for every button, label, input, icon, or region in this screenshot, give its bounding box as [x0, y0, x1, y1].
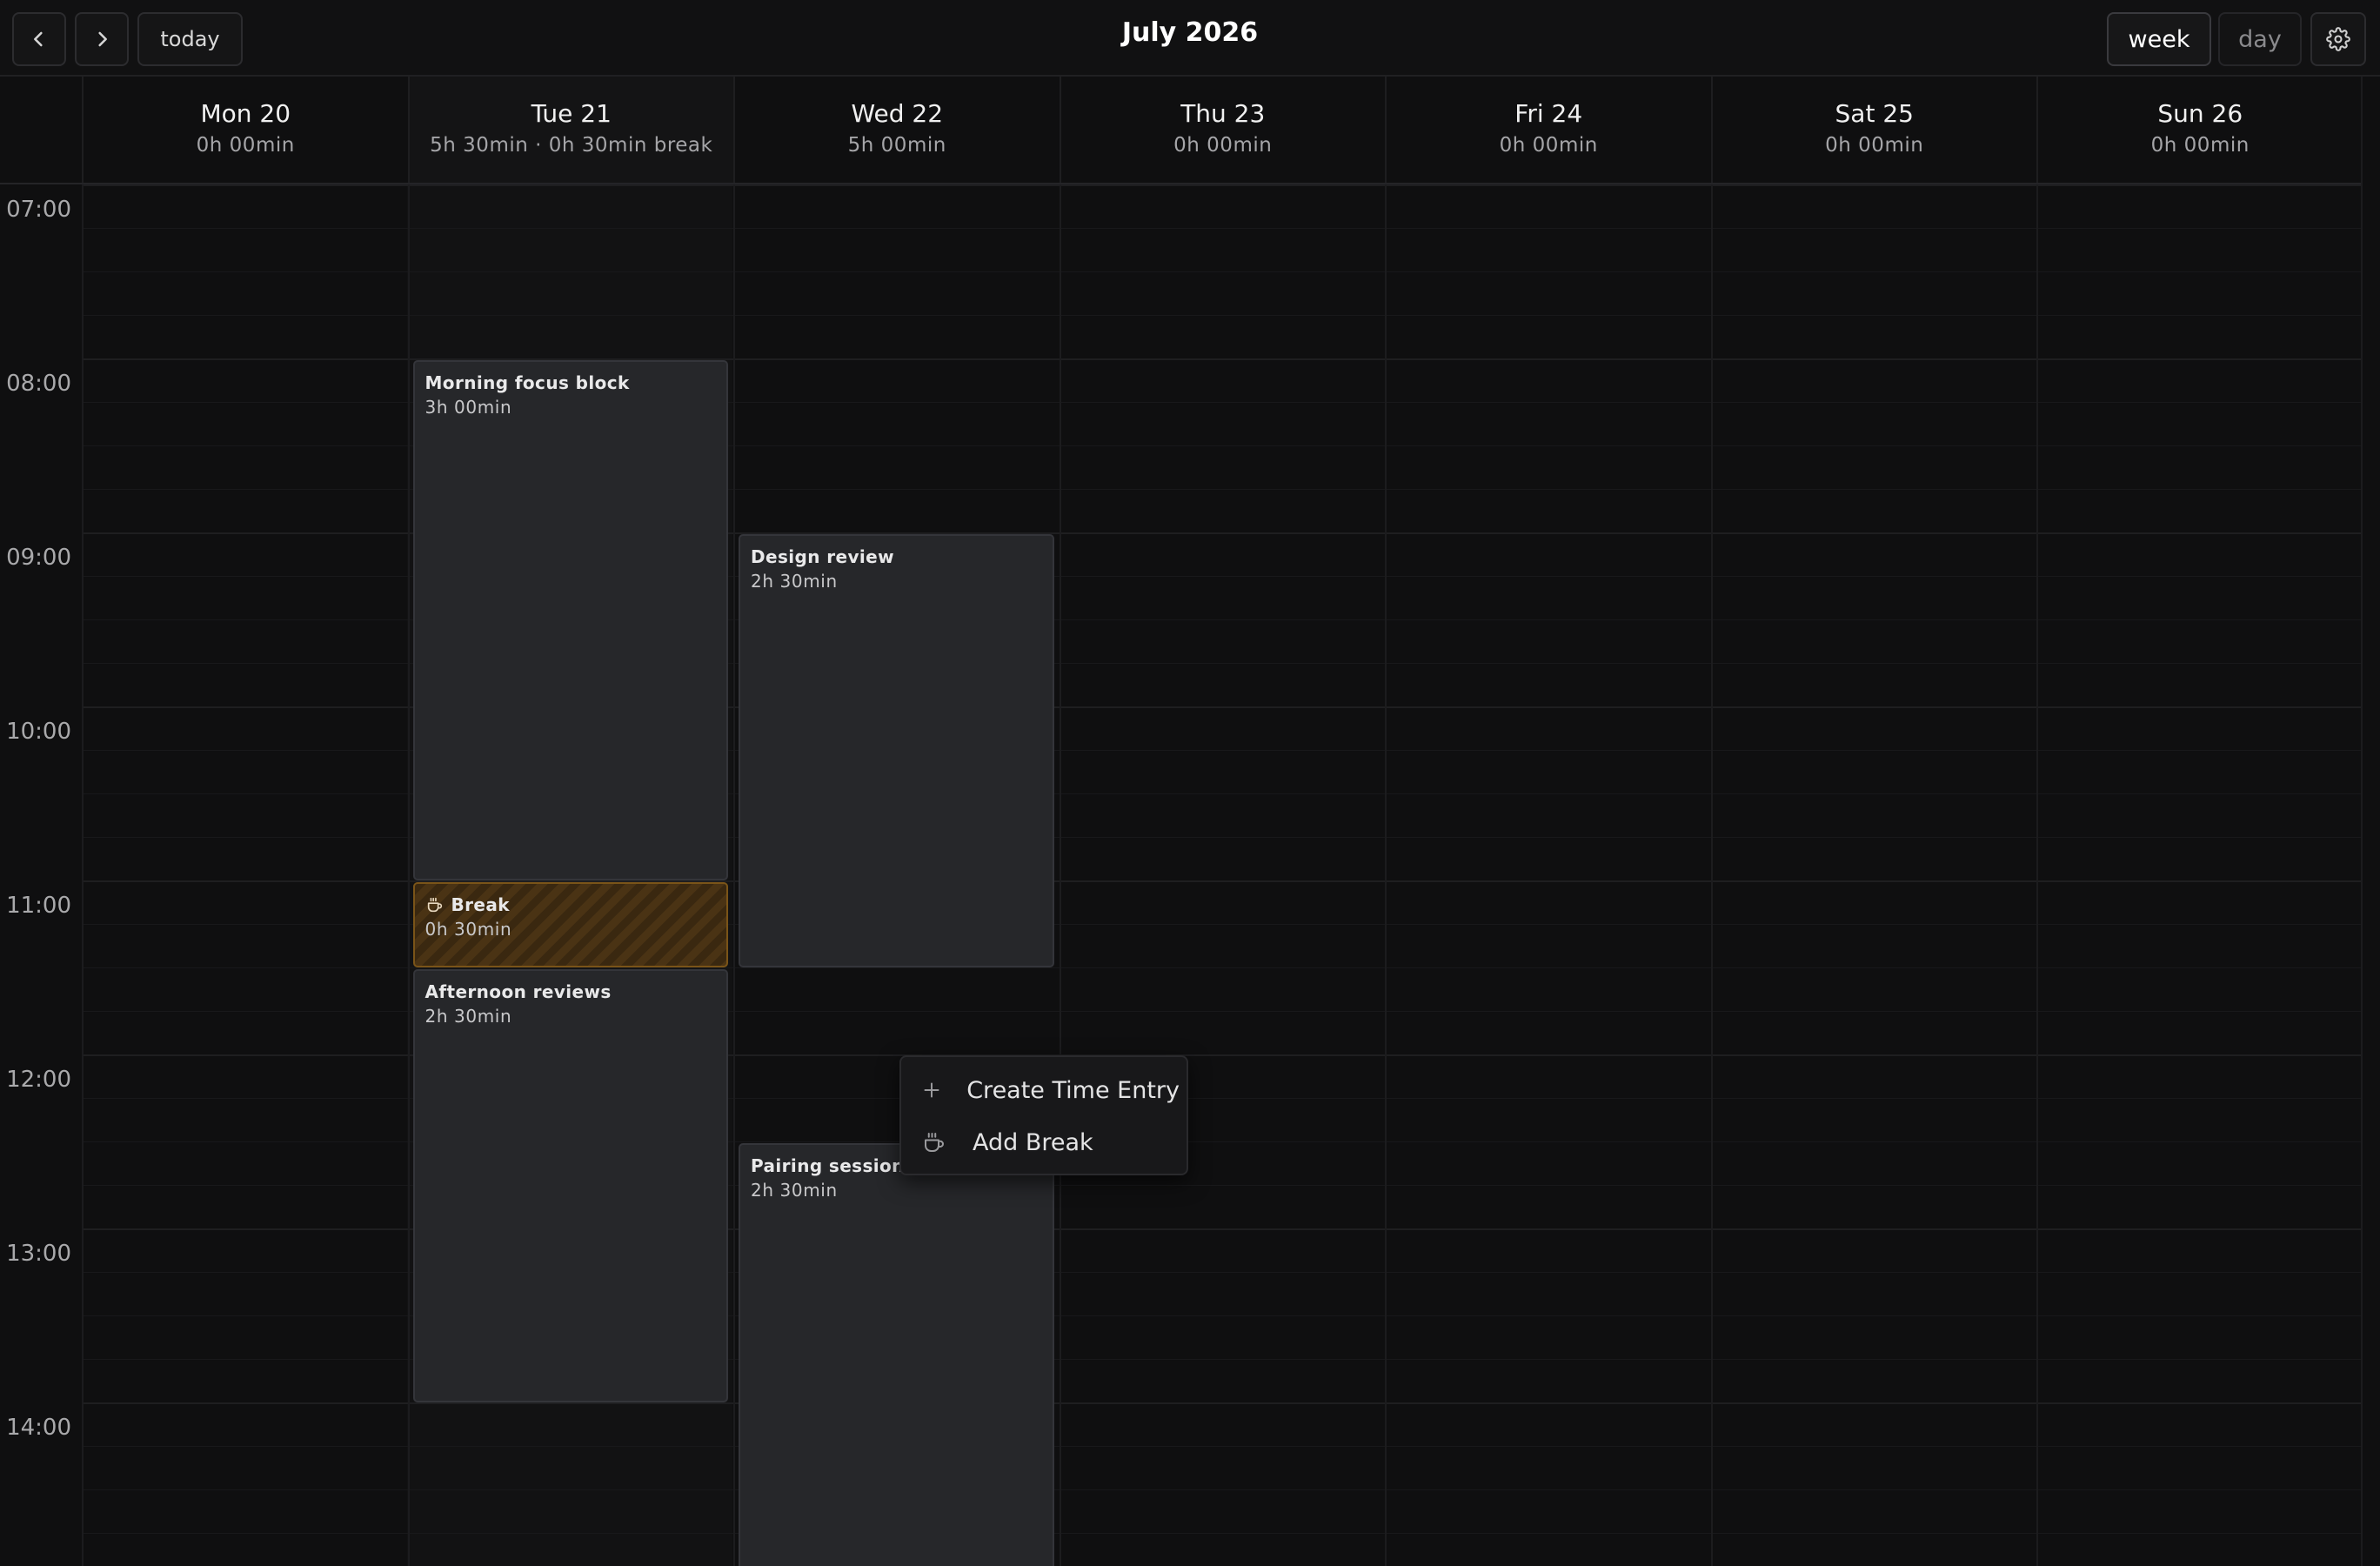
day-total: 0h 00min — [1825, 134, 1924, 157]
entry-duration: 2h 30min — [751, 1180, 838, 1201]
quarter-hour-line — [82, 315, 2361, 316]
day-header[interactable]: Sun 26 0h 00min — [2036, 77, 2363, 183]
hour-label: 09:00 — [6, 545, 71, 571]
hour-line — [82, 184, 2361, 186]
calendar-app: today July 2026 week day Mon 20 0h 00min T… — [0, 0, 2380, 1566]
time-entry[interactable]: Pairing session 2h 30min — [739, 1143, 1054, 1566]
settings-button[interactable] — [2310, 12, 2366, 66]
coffee-cup-icon — [425, 895, 445, 914]
quarter-hour-line — [82, 1446, 2361, 1447]
day-header[interactable]: Sat 25 0h 00min — [1710, 77, 2037, 183]
quarter-hour-line — [82, 271, 2361, 272]
day-name: Mon 20 — [200, 99, 291, 128]
gear-icon — [2326, 27, 2350, 51]
calendar-header: today July 2026 week day — [0, 0, 2380, 77]
entry-title: Afternoon reviews — [425, 981, 612, 1002]
month-title: July 2026 — [1121, 17, 1259, 48]
entry-duration: 2h 30min — [425, 1006, 512, 1027]
quarter-hour-line — [82, 967, 2361, 968]
day-header[interactable]: Wed 22 5h 00min — [733, 77, 1060, 183]
add-break-menu-item[interactable]: Add Break — [908, 1118, 1180, 1167]
next-week-button[interactable] — [75, 12, 129, 66]
day-header[interactable]: Mon 20 0h 00min — [82, 77, 408, 183]
day-column-divider — [407, 184, 410, 1566]
quarter-hour-line — [82, 228, 2361, 229]
time-grid[interactable]: 07:00 08:00 09:00 10:00 11:00 12:00 13:00 14:00… — [0, 184, 2380, 1566]
context-menu: Create Time Entry Add Break — [899, 1055, 1188, 1175]
today-button[interactable]: today — [137, 12, 243, 66]
hour-label: 14:00 — [6, 1415, 71, 1441]
day-column-divider — [82, 184, 84, 1566]
entry-title: Design review — [751, 546, 895, 567]
day-total: 0h 00min — [196, 134, 295, 157]
chevron-left-icon — [27, 27, 51, 51]
hour-label: 07:00 — [6, 197, 71, 223]
day-column-divider — [2036, 184, 2038, 1566]
day-header[interactable]: Tue 21 5h 30min · 0h 30min break — [407, 77, 733, 183]
time-entry[interactable]: Morning focus block 3h 00min — [412, 360, 728, 880]
entry-duration: 2h 30min — [751, 571, 838, 592]
day-name: Wed 22 — [851, 99, 944, 128]
hour-label: 11:00 — [6, 893, 71, 919]
day-total: 5h 00min — [847, 134, 946, 157]
day-column-divider — [1059, 184, 1061, 1566]
hour-label: 13:00 — [6, 1241, 71, 1267]
create-time-entry-label: Create Time Entry — [966, 1076, 1180, 1104]
entry-title: Morning focus block — [425, 372, 630, 393]
day-total: 5h 30min · 0h 30min break — [430, 134, 713, 157]
quarter-hour-line — [82, 1533, 2361, 1534]
time-entry[interactable]: Design review 2h 30min — [739, 534, 1054, 967]
day-column-divider — [733, 184, 735, 1566]
scrollbar[interactable] — [2361, 77, 2380, 1566]
view-week-button[interactable]: week — [2107, 12, 2211, 66]
week-day-header: Mon 20 0h 00min Tue 21 5h 30min · 0h 30min … — [0, 77, 2380, 184]
coffee-cup-icon — [908, 1129, 960, 1155]
break-title-row: Break — [425, 894, 717, 915]
day-name: Sat 25 — [1835, 99, 1914, 128]
entry-duration: 0h 30min — [425, 919, 512, 940]
break-entry[interactable]: Break 0h 30min — [412, 882, 728, 967]
hour-label: 12:00 — [6, 1067, 71, 1093]
view-day-button[interactable]: day — [2218, 12, 2302, 66]
quarter-hour-line — [82, 1489, 2361, 1490]
entry-duration: 3h 00min — [425, 397, 512, 418]
previous-week-button[interactable] — [12, 12, 66, 66]
day-name: Fri 24 — [1514, 99, 1583, 128]
day-name: Sun 26 — [2157, 99, 2243, 128]
day-total: 0h 00min — [1173, 134, 1273, 157]
entry-title: Break — [451, 894, 510, 915]
plus-icon — [908, 1077, 954, 1103]
add-break-label: Add Break — [973, 1128, 1093, 1156]
day-column-divider — [1385, 184, 1387, 1566]
day-name: Thu 23 — [1180, 99, 1266, 128]
create-time-entry-menu-item[interactable]: Create Time Entry — [908, 1066, 1180, 1114]
day-header[interactable]: Fri 24 0h 00min — [1385, 77, 1711, 183]
hour-label: 08:00 — [6, 371, 71, 397]
day-total: 0h 00min — [2150, 134, 2250, 157]
hour-line — [82, 1402, 2361, 1404]
day-header[interactable]: Thu 23 0h 00min — [1059, 77, 1386, 183]
hour-label: 10:00 — [6, 719, 71, 745]
day-column-divider — [1710, 184, 1713, 1566]
day-total: 0h 00min — [1499, 134, 1598, 157]
chevron-right-icon — [90, 27, 114, 51]
day-name: Tue 21 — [531, 99, 612, 128]
time-entry[interactable]: Afternoon reviews 2h 30min — [412, 969, 728, 1402]
